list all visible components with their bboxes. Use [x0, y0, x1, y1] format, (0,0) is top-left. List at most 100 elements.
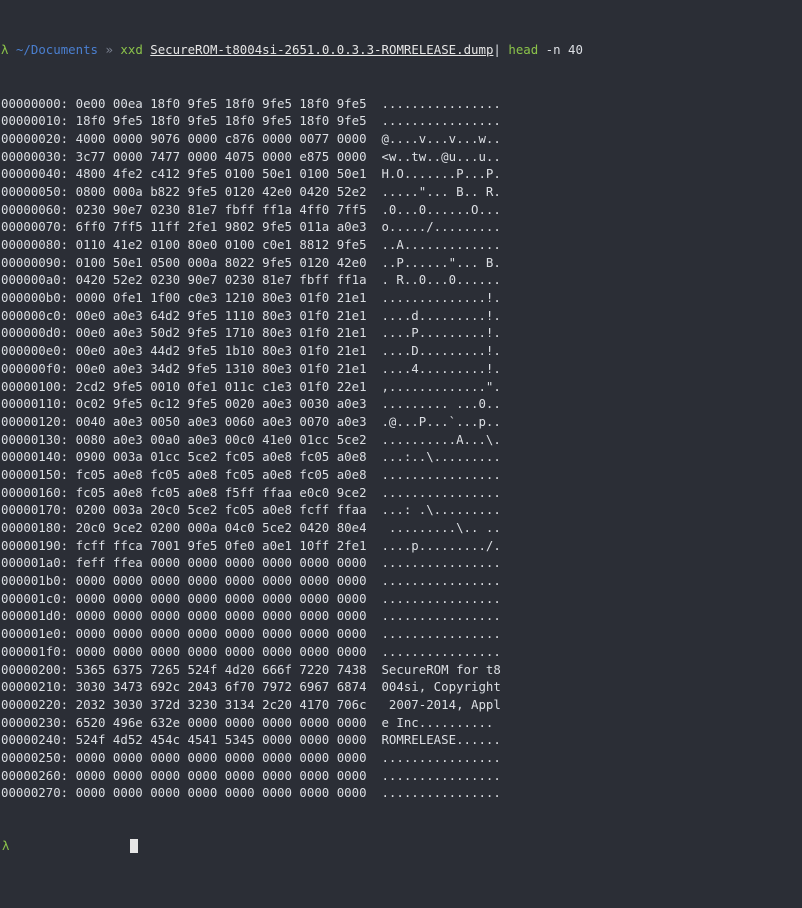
ascii-column: ................	[381, 113, 501, 129]
ascii-column: ................	[381, 466, 501, 482]
hexdump-row: 00000060: 0230 90e7 0230 81e7 fbff ff1a …	[1, 201, 802, 219]
hex-bytes: 0110 41e2 0100 80e0 0100 c0e1 8812 9fe5	[75, 237, 367, 252]
hex-bytes: 0420 52e2 0230 90e7 0230 81e7 fbff ff1a	[75, 272, 367, 288]
pipe-arguments: -n 40	[545, 42, 583, 58]
next-prompt-line[interactable]: λ	[1, 837, 802, 855]
hex-offset: 00000220:	[1, 696, 69, 712]
hexdump-row: 00000100: 2cd2 9fe5 0010 0fe1 011c c1e3 …	[1, 378, 802, 396]
hex-bytes: 3c77 0000 7477 0000 4075 0000 e875 0000	[75, 148, 367, 164]
hex-offset: 00000140:	[1, 449, 69, 465]
hex-offset: 00000200:	[1, 661, 69, 677]
hexdump-row: 00000120: 0040 a0e3 0050 a0e3 0060 a0e3 …	[1, 413, 802, 431]
ascii-column: ..............!.	[381, 290, 501, 306]
hex-offset: 00000150:	[1, 466, 69, 482]
hex-offset: 00000160:	[1, 484, 69, 500]
hex-bytes: 00e0 a0e3 34d2 9fe5 1310 80e3 01f0 21e1	[75, 360, 367, 376]
hexdump-row: 000000e0: 00e0 a0e3 44d2 9fe5 1b10 80e3 …	[1, 342, 802, 360]
ascii-column: @....v...v...w..	[381, 130, 501, 146]
ascii-column: ...: .\.........	[381, 502, 501, 518]
hex-bytes: 6ff0 7ff5 11ff 2fe1 9802 9fe5 011a a0e3	[75, 219, 367, 235]
hex-bytes: 0000 0000 0000 0000 0000 0000 0000 0000	[75, 573, 367, 589]
hex-bytes: 0080 a0e3 00a0 a0e3 00c0 41e0 01cc 5ce2	[75, 431, 367, 447]
text-cursor	[130, 839, 138, 854]
ascii-column: H.O.......P...P.	[381, 166, 501, 182]
ascii-column: .@...P...`...p..	[381, 413, 501, 429]
ascii-column: ....P.........!.	[381, 325, 501, 341]
ascii-column: ................	[381, 643, 501, 659]
hex-bytes: fcff ffca 7001 9fe5 0fe0 a0e1 10ff 2fe1	[75, 537, 367, 553]
ascii-column: SecureROM for t8	[381, 661, 501, 677]
ascii-column: ......... ...0..	[381, 396, 501, 412]
hex-bytes: 0c02 9fe5 0c12 9fe5 0020 a0e3 0030 a0e3	[75, 396, 367, 412]
hex-offset: 000000c0:	[1, 307, 69, 323]
ascii-column: ................	[381, 555, 501, 571]
hex-bytes: 4800 4fe2 c412 9fe5 0100 50e1 0100 50e1	[75, 166, 367, 182]
hexdump-row: 000001b0: 0000 0000 0000 0000 0000 0000 …	[1, 572, 802, 590]
hexdump-row: 00000090: 0100 50e1 0500 000a 8022 9fe5 …	[1, 254, 802, 272]
hexdump-row: 00000020: 4000 0000 9076 0000 c876 0000 …	[1, 130, 802, 148]
hex-offset: 00000170:	[1, 502, 69, 518]
hex-offset: 000001d0:	[1, 608, 69, 624]
command-name: xxd	[120, 42, 143, 58]
hex-offset: 00000030:	[1, 148, 69, 164]
ascii-column: ................	[381, 785, 501, 801]
hexdump-row: 00000010: 18f0 9fe5 18f0 9fe5 18f0 9fe5 …	[1, 112, 802, 130]
hex-bytes: fc05 a0e8 fc05 a0e8 fc05 a0e8 fc05 a0e8	[75, 466, 367, 482]
hexdump-row: 000001c0: 0000 0000 0000 0000 0000 0000 …	[1, 590, 802, 608]
ascii-column: ...:..\.........	[381, 449, 501, 465]
terminal-window[interactable]: λ ~/Documents » xxd SecureROM-t8004si-26…	[0, 0, 802, 873]
hexdump-row: 00000110: 0c02 9fe5 0c12 9fe5 0020 a0e3 …	[1, 395, 802, 413]
hex-offset: 00000270:	[1, 785, 69, 801]
hex-offset: 00000010:	[1, 113, 69, 129]
hexdump-row: 000001f0: 0000 0000 0000 0000 0000 0000 …	[1, 643, 802, 661]
hexdump-row: 00000170: 0200 003a 20c0 5ce2 fc05 a0e8 …	[1, 501, 802, 519]
hex-bytes: 0230 90e7 0230 81e7 fbff ff1a 4ff0 7ff5	[75, 201, 367, 217]
hex-offset: 000000b0:	[1, 290, 69, 306]
hex-bytes: 4000 0000 9076 0000 c876 0000 0077 0000	[75, 130, 367, 146]
hexdump-row: 00000140: 0900 003a 01cc 5ce2 fc05 a0e8 …	[1, 448, 802, 466]
hex-offset: 00000190:	[1, 537, 69, 553]
ascii-column: ROMRELEASE......	[381, 732, 501, 748]
hex-offset: 00000210:	[1, 679, 69, 695]
hex-bytes: 2032 3030 372d 3230 3134 2c20 4170 706c	[75, 696, 367, 712]
hexdump-row: 000000c0: 00e0 a0e3 64d2 9fe5 1110 80e3 …	[1, 307, 802, 325]
ascii-column: 2007-2014, Appl	[381, 696, 501, 712]
prompt-separator: »	[105, 42, 113, 58]
ascii-column: ................	[381, 608, 501, 624]
hex-offset: 00000060:	[1, 201, 69, 217]
hex-bytes: 18f0 9fe5 18f0 9fe5 18f0 9fe5 18f0 9fe5	[75, 113, 367, 129]
pipe-symbol: |	[493, 42, 501, 58]
hexdump-row: 00000000: 0e00 00ea 18f0 9fe5 18f0 9fe5 …	[1, 95, 802, 113]
ascii-column: ................	[381, 484, 501, 500]
hex-bytes: 20c0 9ce2 0200 000a 04c0 5ce2 0420 80e4	[75, 520, 367, 535]
ascii-column: . R..0...0......	[381, 272, 501, 288]
ascii-column: ,.............".	[381, 378, 501, 394]
hex-bytes: 0000 0fe1 1f00 c0e3 1210 80e3 01f0 21e1	[75, 290, 367, 306]
hexdump-row: 000001e0: 0000 0000 0000 0000 0000 0000 …	[1, 625, 802, 643]
hex-bytes: fc05 a0e8 fc05 a0e8 f5ff ffaa e0c0 9ce2	[75, 484, 367, 500]
hexdump-row: 00000240: 524f 4d52 454c 4541 5345 0000 …	[1, 731, 802, 749]
hex-offset: 00000000:	[1, 95, 69, 111]
ascii-column: ....p........./.	[381, 537, 501, 553]
hex-bytes: feff ffea 0000 0000 0000 0000 0000 0000	[75, 555, 367, 571]
hex-bytes: 0800 000a b822 9fe5 0120 42e0 0420 52e2	[75, 183, 367, 199]
ascii-column: .........\.. ..	[381, 520, 501, 535]
hexdump-output: 00000000: 0e00 00ea 18f0 9fe5 18f0 9fe5 …	[1, 95, 802, 803]
hexdump-row: 00000260: 0000 0000 0000 0000 0000 0000 …	[1, 767, 802, 785]
ascii-column: ..........A...\.	[381, 431, 501, 447]
hex-offset: 000001b0:	[1, 573, 69, 589]
file-argument[interactable]: SecureROM-t8004si-2651.0.0.3.3-ROMRELEAS…	[150, 42, 493, 57]
hexdump-row: 000001d0: 0000 0000 0000 0000 0000 0000 …	[1, 607, 802, 625]
hex-bytes: 0900 003a 01cc 5ce2 fc05 a0e8 fc05 a0e8	[75, 449, 367, 465]
hex-offset: 00000250:	[1, 749, 69, 765]
hex-bytes: 00e0 a0e3 44d2 9fe5 1b10 80e3 01f0 21e1	[75, 343, 367, 359]
hexdump-row: 00000150: fc05 a0e8 fc05 a0e8 fc05 a0e8 …	[1, 466, 802, 484]
hex-bytes: 0000 0000 0000 0000 0000 0000 0000 0000	[75, 626, 367, 642]
hex-offset: 00000070:	[1, 219, 69, 235]
hex-offset: 000000f0:	[1, 360, 69, 376]
hexdump-row: 000001a0: feff ffea 0000 0000 0000 0000 …	[1, 554, 802, 572]
hexdump-row: 000000a0: 0420 52e2 0230 90e7 0230 81e7 …	[1, 271, 802, 289]
hexdump-row: 00000130: 0080 a0e3 00a0 a0e3 00c0 41e0 …	[1, 431, 802, 449]
hexdump-row: 000000f0: 00e0 a0e3 34d2 9fe5 1310 80e3 …	[1, 360, 802, 378]
hex-offset: 000000e0:	[1, 343, 69, 359]
